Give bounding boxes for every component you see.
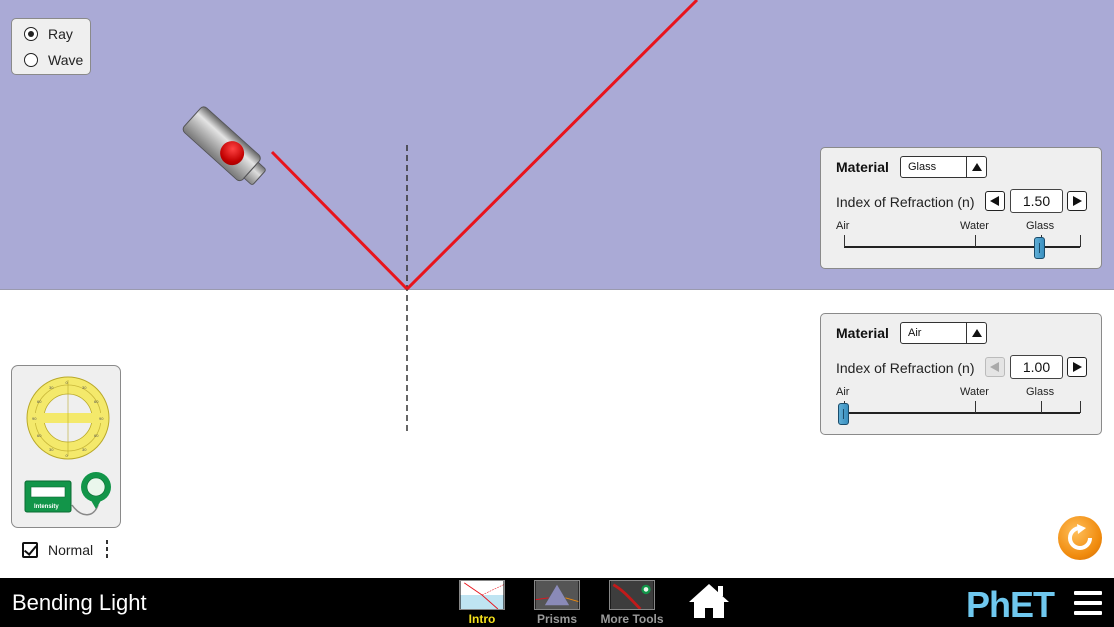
material-combo-value: Air [908, 327, 922, 339]
slider-tick-air: Air [836, 220, 850, 232]
slider-tick-mark [844, 235, 845, 247]
svg-text:60: 60 [94, 433, 99, 438]
wave-radio[interactable]: Wave [24, 50, 83, 70]
phet-logo[interactable]: PhET [966, 584, 1055, 626]
ior-slider-thumb[interactable] [1033, 237, 1045, 259]
decrement-arrow-icon[interactable] [985, 357, 1005, 377]
sim-title: Bending Light [12, 590, 147, 615]
ray-wave-panel: Ray Wave [11, 18, 91, 75]
decrement-arrow-icon[interactable] [985, 191, 1005, 211]
more-tools-screen-thumbnail [609, 580, 655, 610]
ior-value-field[interactable]: 1.00 [1010, 355, 1063, 379]
svg-text:60: 60 [94, 399, 99, 404]
ray-radio-button-icon[interactable] [24, 27, 38, 41]
intensity-meter-icon[interactable]: Intensity [24, 469, 114, 521]
prisms-screen-thumbnail [534, 580, 580, 610]
slider-tick-mark [975, 401, 976, 413]
svg-text:60: 60 [37, 399, 42, 404]
normal-checkbox-label: Normal [48, 542, 94, 558]
material-combo-box[interactable]: Air [900, 322, 987, 344]
slider-tick-mark [1041, 401, 1042, 413]
svg-text:30: 30 [82, 447, 87, 452]
increment-arrow-icon[interactable] [1067, 191, 1087, 211]
index-of-refraction-label: Index of Refraction (n) [836, 360, 975, 376]
slider-tick-glass: Glass [1026, 220, 1055, 232]
triangle-up-icon[interactable] [966, 157, 986, 177]
ray-radio-label: Ray [48, 26, 73, 42]
normal-checkbox[interactable]: Normal [22, 540, 93, 560]
material-label: Material [836, 159, 889, 175]
slider-tick-air: Air [836, 386, 850, 398]
slider-tick-glass: Glass [1026, 386, 1055, 398]
svg-text:90: 90 [99, 416, 104, 421]
material-combo-box[interactable]: Glass [900, 156, 987, 178]
tab-intro[interactable]: Intro [447, 579, 517, 626]
slider-tick-water: Water [960, 220, 989, 232]
dashed-normal-icon [106, 540, 108, 560]
sim-play-area: Ray Wave Material Glass Index of Refract… [0, 0, 1114, 578]
ray-layer [270, 0, 699, 434]
tab-intro-label: Intro [468, 612, 496, 626]
material-combo-value: Glass [908, 161, 937, 173]
wave-radio-label: Wave [48, 52, 84, 68]
checkbox-checked-icon[interactable] [22, 542, 38, 558]
svg-text:Intensity: Intensity [34, 504, 59, 510]
svg-text:60: 60 [37, 433, 42, 438]
menu-icon[interactable] [1074, 591, 1102, 615]
ior-slider-thumb[interactable] [838, 403, 849, 425]
increment-arrow-icon[interactable] [1067, 357, 1087, 377]
reset-all-button[interactable] [1058, 516, 1102, 560]
slider-tick-water: Water [960, 386, 989, 398]
protractor-icon[interactable]: 030 30 60 60 90 90 60 60 30 300 [26, 376, 110, 460]
ior-value-field[interactable]: 1.50 [1010, 189, 1063, 213]
ior-slider-track[interactable] [844, 412, 1080, 414]
svg-text:30: 30 [49, 447, 54, 452]
triangle-up-icon[interactable] [966, 323, 986, 343]
index-of-refraction-label: Index of Refraction (n) [836, 194, 975, 210]
slider-tick-mark [1080, 401, 1081, 413]
tab-more-tools-label: More Tools [600, 612, 664, 626]
bottom-material-panel: Material Air Index of Refraction (n) 1.0… [820, 313, 1102, 435]
intro-screen-thumbnail [459, 580, 505, 610]
navigation-bar: Bending Light Intro Prisms More Tools Ph… [0, 578, 1114, 627]
reflected-ray [405, 0, 699, 291]
home-icon[interactable] [687, 582, 731, 620]
reset-all-icon [1068, 524, 1092, 550]
slider-tick-mark [1080, 235, 1081, 247]
slider-tick-mark [975, 235, 976, 247]
tool-box: 0 30 30 60 60 90 90 60 60 30 30 0 Intensity [11, 365, 121, 528]
svg-text:90: 90 [32, 416, 37, 421]
ray-radio[interactable]: Ray [24, 24, 73, 44]
tab-prisms[interactable]: Prisms [522, 579, 592, 626]
incident-ray [270, 150, 409, 291]
top-material-panel: Material Glass Index of Refraction (n) 1… [820, 147, 1102, 269]
tab-prisms-label: Prisms [536, 612, 578, 626]
wave-radio-button-icon[interactable] [24, 53, 38, 67]
material-label: Material [836, 325, 889, 341]
svg-text:30: 30 [49, 385, 54, 390]
svg-text:30: 30 [82, 385, 87, 390]
tab-more-tools[interactable]: More Tools [597, 579, 667, 626]
